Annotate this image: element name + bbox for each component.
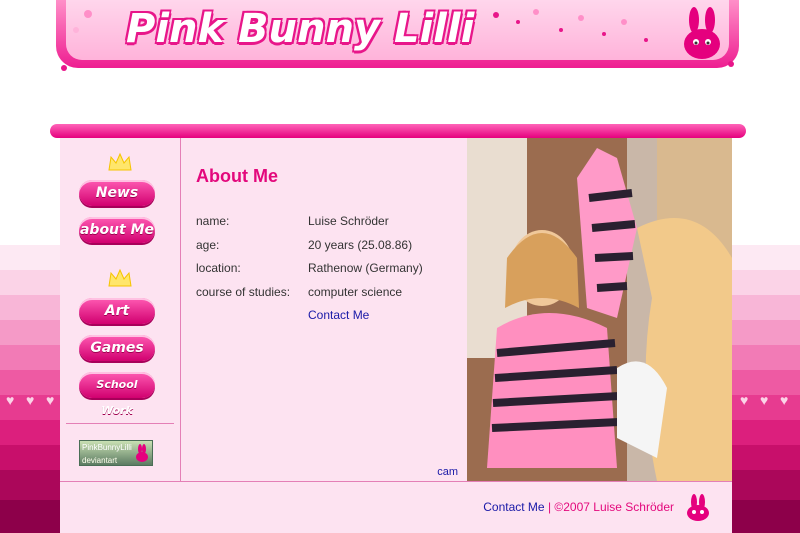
about-me-content: About Me name: Luise Schröder age: 20 ye… — [181, 138, 467, 481]
crown-icon — [108, 268, 132, 287]
info-value: Rathenow (Germany) — [308, 261, 423, 275]
nav-about-me-button[interactable]: about Me — [79, 217, 155, 243]
nav-art-button[interactable]: Art — [79, 298, 155, 324]
deviantart-icon — [136, 444, 148, 462]
contact-me-link[interactable]: Contact Me — [308, 308, 369, 322]
content-top-bar — [50, 124, 746, 138]
main-panel: News about Me Art Games School Work Pink… — [60, 138, 732, 533]
copyright-text: ©2007 Luise Schröder — [554, 500, 674, 514]
footer-contact-link[interactable]: Contact Me — [483, 500, 544, 514]
info-value: 20 years (25.08.86) — [308, 238, 413, 252]
footer-separator: | — [547, 500, 552, 514]
nav-news-button[interactable]: News — [79, 180, 155, 206]
footer-divider — [60, 481, 732, 482]
sidebar-nav: News about Me Art Games School Work Pink… — [60, 138, 181, 481]
info-value: computer science — [308, 285, 403, 299]
sidebar-divider — [66, 423, 174, 424]
crown-icon — [108, 152, 132, 171]
page-title: About Me — [196, 166, 278, 186]
photo-illustration — [467, 138, 732, 481]
nav-school-work-button[interactable]: School Work — [79, 372, 155, 417]
footer: Contact Me | ©2007 Luise Schröder — [483, 500, 674, 514]
info-value: Luise Schröder — [308, 214, 389, 228]
bunny-icon — [684, 7, 720, 59]
deviantart-badge-link[interactable]: PinkBunnyLilli deviantart — [79, 440, 153, 466]
info-label: age: — [196, 238, 220, 252]
sparkle-dots-decoration — [61, 9, 734, 71]
cam-link[interactable]: cam — [437, 466, 458, 478]
bunny-icon — [687, 494, 709, 521]
info-label: course of studies: — [196, 285, 291, 299]
site-header: Pink Bunny Lilli — [56, 0, 739, 71]
info-label: location: — [196, 261, 241, 275]
info-label: name: — [196, 214, 230, 228]
nav-games-button[interactable]: Games — [79, 335, 155, 361]
profile-photo — [467, 138, 732, 481]
